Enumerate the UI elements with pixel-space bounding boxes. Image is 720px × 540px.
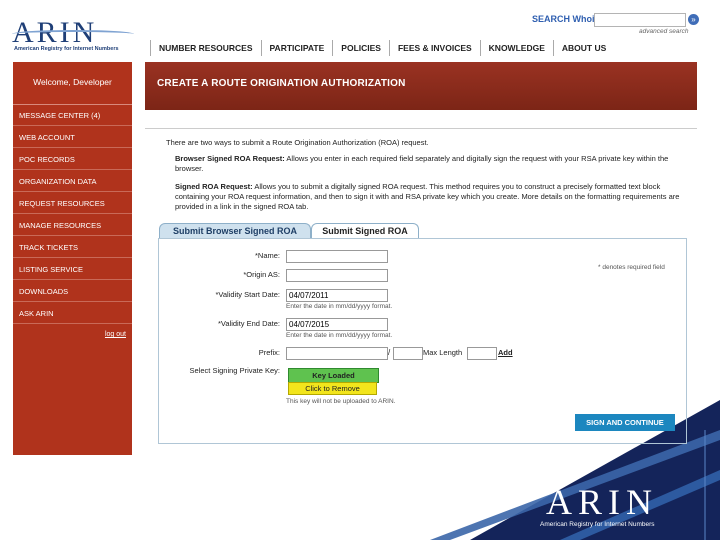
origin-as-input[interactable]	[286, 269, 388, 282]
sidebar-item-downloads[interactable]: DOWNLOADS	[13, 281, 132, 302]
welcome-message: Welcome, Developer	[13, 62, 132, 105]
validity-start-input[interactable]	[286, 289, 388, 302]
key-upload-note: This key will not be uploaded to ARIN.	[286, 398, 396, 405]
advanced-search-link[interactable]: advanced search	[639, 28, 689, 35]
add-prefix-link[interactable]: Add	[498, 348, 513, 357]
nav-about-us[interactable]: ABOUT US	[552, 40, 614, 56]
remove-key-button[interactable]: Click to Remove	[288, 382, 377, 395]
signed-roa-description: Signed ROA Request: Allows you to submit…	[175, 182, 685, 212]
search-whois-label: SEARCH Whois	[532, 14, 600, 24]
sidebar-item-web-account[interactable]: WEB ACCOUNT	[13, 127, 132, 148]
footer-logo-wordmark: ARIN	[546, 482, 658, 522]
sidebar-item-message-center[interactable]: MESSAGE CENTER (4)	[13, 105, 132, 126]
browser-signed-description: Browser Signed ROA Request: Allows you e…	[175, 154, 685, 174]
name-label: *Name:	[254, 251, 280, 260]
prefix-label: Prefix:	[258, 348, 280, 357]
key-loaded-indicator: Key Loaded	[288, 368, 379, 383]
search-input[interactable]	[594, 13, 686, 27]
intro-text: There are two ways to submit a Route Ori…	[166, 138, 429, 147]
nav-number-resources[interactable]: NUMBER RESOURCES	[150, 40, 261, 56]
sidebar-item-request-resources[interactable]: REQUEST RESOURCES	[13, 193, 132, 214]
search-go-icon[interactable]: »	[688, 14, 699, 25]
max-length-input[interactable]	[467, 347, 497, 360]
nav-fees-invoices[interactable]: FEES & INVOICES	[388, 40, 480, 56]
validity-end-input[interactable]	[286, 318, 388, 331]
logo-subtitle: American Registry for Internet Numbers	[14, 46, 119, 52]
prefix-slash: /	[388, 348, 391, 357]
sidebar-item-listing-service[interactable]: LISTING SERVICE	[13, 259, 132, 280]
signed-roa-lead: Signed ROA Request:	[175, 182, 253, 191]
sidebar-item-poc-records[interactable]: POC RECORDS	[13, 149, 132, 170]
validity-start-hint: Enter the date in mm/dd/yyyy format.	[286, 303, 393, 310]
tab-browser-signed-roa[interactable]: Submit Browser Signed ROA	[159, 223, 311, 239]
sidebar-item-track-tickets[interactable]: TRACK TICKETS	[13, 237, 132, 258]
origin-as-label: *Origin AS:	[243, 270, 280, 279]
nav-policies[interactable]: POLICIES	[332, 40, 389, 56]
browser-signed-lead: Browser Signed ROA Request:	[175, 154, 285, 163]
prefix-input[interactable]	[286, 347, 388, 360]
footer-logo-subtitle: American Registry for Internet Numbers	[540, 521, 655, 528]
sidebar-item-organization-data[interactable]: ORGANIZATION DATA	[13, 171, 132, 192]
validity-start-label: *Validity Start Date:	[215, 290, 280, 299]
sidebar: Welcome, Developer MESSAGE CENTER (4) WE…	[13, 62, 132, 455]
max-length-label: Max Length	[423, 348, 463, 357]
signing-key-label: Select Signing Private Key:	[189, 366, 280, 375]
sidebar-item-manage-resources[interactable]: MANAGE RESOURCES	[13, 215, 132, 236]
nav-knowledge[interactable]: KNOWLEDGE	[479, 40, 553, 56]
validity-end-label: *Validity End Date:	[218, 319, 280, 328]
arin-logo[interactable]: ARIN American Registry for Internet Numb…	[12, 18, 142, 54]
logo-swoosh	[12, 30, 134, 38]
name-input[interactable]	[286, 250, 388, 263]
required-field-note: * denotes required field	[598, 264, 665, 271]
validity-end-hint: Enter the date in mm/dd/yyyy format.	[286, 332, 393, 339]
tab-signed-roa[interactable]: Submit Signed ROA	[311, 223, 419, 239]
logout-link[interactable]: log out	[105, 331, 126, 338]
sign-and-continue-button[interactable]: SIGN AND CONTINUE	[575, 414, 675, 431]
nav-participate[interactable]: PARTICIPATE	[260, 40, 333, 56]
page-header: CREATE A ROUTE ORIGINATION AUTHORIZATION	[145, 62, 697, 110]
sidebar-item-ask-arin[interactable]: ASK ARIN	[13, 303, 132, 324]
footer-arin-logo: ARIN American Registry for Internet Numb…	[540, 484, 700, 530]
page-title: CREATE A ROUTE ORIGINATION AUTHORIZATION	[157, 78, 406, 89]
top-navigation: NUMBER RESOURCES PARTICIPATE POLICIES FE…	[150, 40, 614, 56]
prefix-length-input[interactable]	[393, 347, 423, 360]
